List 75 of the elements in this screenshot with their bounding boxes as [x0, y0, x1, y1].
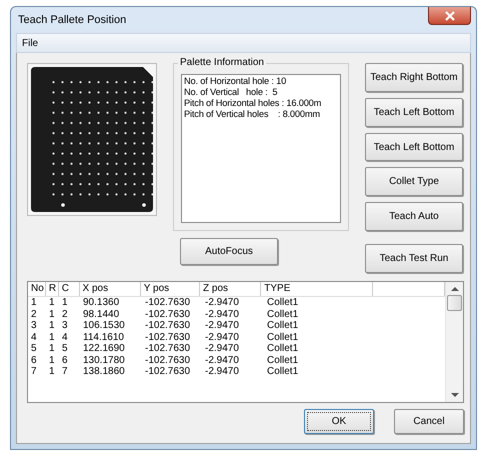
table-cell-text: -102.7630 [144, 354, 192, 366]
table-cell-text: 3 [61, 320, 69, 332]
table-cell-text: -2.9470 [204, 343, 240, 354]
action-button[interactable]: Teach Auto [365, 202, 463, 232]
table-cell-text: -102.7630 [144, 297, 192, 308]
table-cell-text: 4 [30, 332, 38, 343]
table-cell-text: -2.9470 [204, 366, 240, 378]
table-cell-text: 1 [48, 354, 56, 366]
table-cell-text: 98.1440 [82, 308, 120, 320]
table-cell-text: -102.7630 [144, 343, 192, 354]
close-icon [444, 10, 456, 20]
action-button[interactable]: Collet Type [365, 167, 463, 196]
table-cell-text: 1 [48, 297, 56, 308]
scroll-thumb[interactable] [447, 295, 462, 311]
table-cell-text: -2.9470 [204, 320, 240, 332]
action-button[interactable]: Teach Left Bottom [365, 98, 463, 127]
table-cell-text: Collet1 [266, 320, 300, 332]
info-line: Pitch of Vertical holes : 8.000mm [184, 109, 321, 120]
table-cell-text: -102.7630 [144, 332, 192, 343]
action-button[interactable]: Teach Test Run [365, 244, 463, 273]
table-cell-text: Collet1 [266, 308, 300, 320]
table-cell-text: Collet1 [266, 343, 300, 354]
info-line: No. of Vertical hole : 5 [184, 87, 278, 98]
table-cell-text: 1 [48, 308, 56, 320]
table-cell-text: 1 [48, 343, 56, 354]
table-cell-text: -2.9470 [204, 297, 240, 308]
window-title: Teach Pallete Position [17, 14, 126, 26]
column-header[interactable]: TYPE [261, 282, 373, 296]
table-cell-text: 7 [61, 366, 69, 378]
table-cell-text: -102.7630 [144, 320, 192, 332]
table-cell-text: 3 [30, 320, 38, 332]
column-header[interactable]: X pos [80, 282, 141, 296]
action-button[interactable]: Teach Right Bottom [365, 63, 463, 92]
table-cell-text: 90.1360 [82, 297, 120, 308]
table-cell-text: 4 [61, 332, 69, 343]
table-cell-text: 1 [30, 297, 38, 308]
table-cell-text: Collet1 [266, 354, 300, 366]
table-cell-text: 138.1860 [82, 366, 126, 378]
table-cell-text: Collet1 [266, 297, 300, 308]
scroll-down-icon[interactable] [450, 393, 458, 398]
ok-button[interactable]: OK [304, 409, 374, 434]
table-cell-text: -2.9470 [204, 354, 240, 366]
table-cell-text: 106.1530 [82, 320, 126, 332]
info-line: No. of Horizontal hole : 10 [184, 76, 288, 87]
menu-item[interactable]: File [17, 38, 44, 48]
table-cell-text: -102.7630 [144, 308, 192, 320]
table-cell-text: -2.9470 [204, 332, 240, 343]
scrollbar[interactable] [445, 282, 463, 402]
action-button[interactable]: Teach Left Bottom [365, 132, 463, 162]
table-cell-text: 1 [48, 320, 56, 332]
table-cell-text: 1 [48, 366, 56, 378]
table-cell-text: 6 [61, 354, 69, 366]
table-cell-text: 2 [61, 308, 69, 320]
scroll-up-icon[interactable] [450, 286, 458, 291]
column-header[interactable]: Z pos [200, 282, 262, 296]
table-cell-text: 114.1610 [82, 332, 125, 343]
group-title: Palette Information [178, 57, 266, 68]
table-cell-text: 1 [48, 332, 56, 343]
table-cell-text: Collet1 [266, 366, 300, 378]
table-cell-text: 122.1690 [82, 343, 126, 354]
table-cell-text: 7 [30, 366, 38, 378]
table-cell-text: 5 [61, 343, 69, 354]
table-cell-text: 2 [30, 308, 38, 320]
column-header[interactable]: C [58, 282, 80, 296]
table-cell-text: 1 [61, 297, 69, 308]
table-cell-text: 6 [30, 354, 38, 366]
table-cell-text: 130.1780 [82, 354, 126, 366]
close-button[interactable] [428, 7, 471, 25]
table-cell-text: -2.9470 [204, 308, 240, 320]
table-cell-text: Collet1 [266, 332, 300, 343]
info-line: Pitch of Horizontal holes : 16.000m [184, 98, 322, 109]
autofocus-button[interactable]: AutoFocus [180, 238, 278, 265]
table-cell-text: 5 [30, 343, 38, 354]
cancel-button[interactable]: Cancel [394, 409, 464, 434]
table-cell-text: -102.7630 [144, 366, 192, 378]
